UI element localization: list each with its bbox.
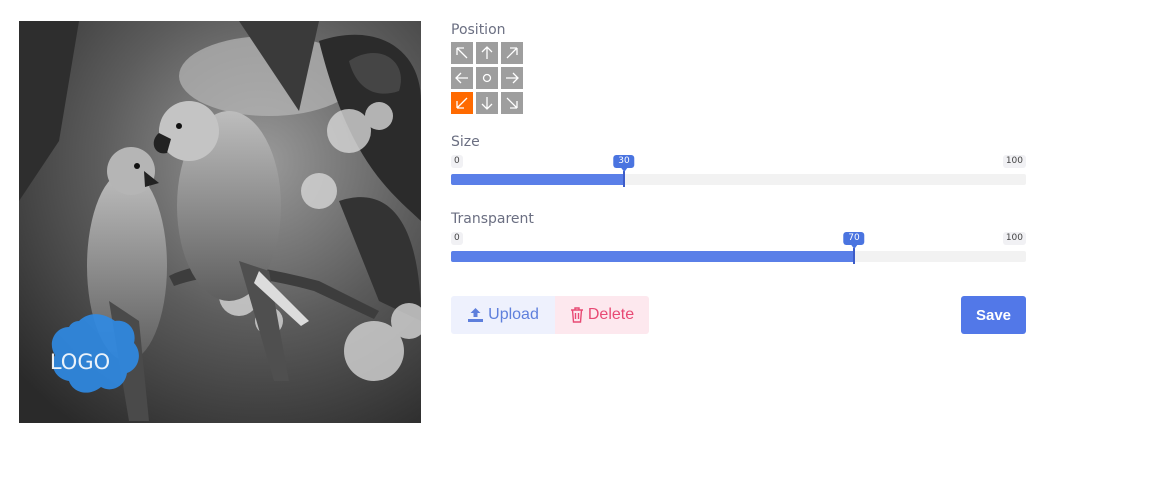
position-grid [451,42,525,114]
arrow-up-icon [481,46,493,59]
delete-button[interactable]: Delete [555,296,649,334]
parrots-photo: LOGO [19,21,421,423]
size-handle[interactable] [623,171,625,187]
size-fill [451,174,624,185]
size-value-bubble: 30 [613,155,635,172]
trash-icon [570,307,584,323]
position-top-right[interactable] [501,42,523,64]
upload-button-label: Upload [488,306,539,323]
position-bottom-center[interactable] [476,92,498,114]
watermark-preview-image: LOGO [19,21,421,423]
transparent-slider[interactable]: 0 100 70 [451,232,1026,268]
position-bottom-right[interactable] [501,92,523,114]
transparent-max-label: 100 [1002,232,1026,245]
arrow-left-icon [455,72,468,84]
upload-button[interactable]: Upload [451,296,555,334]
position-top-center[interactable] [476,42,498,64]
size-slider[interactable]: 0 100 30 [451,155,1026,191]
size-max-label: 100 [1002,155,1026,168]
arrow-down-right-icon [506,97,518,109]
transparent-label: Transparent [451,211,534,227]
transparent-min-label: 0 [451,232,463,245]
arrow-down-icon [481,97,493,110]
position-top-left[interactable] [451,42,473,64]
transparent-fill [451,251,854,262]
arrow-up-left-icon [456,47,468,59]
arrow-down-left-icon [456,97,468,109]
size-label: Size [451,134,480,150]
upload-icon [467,307,484,323]
save-button[interactable]: Save [961,296,1026,334]
arrow-up-right-icon [506,47,518,59]
transparent-handle[interactable] [853,248,855,264]
position-center[interactable] [476,67,498,89]
position-label: Position [451,22,506,38]
transparent-value-bubble: 70 [843,232,865,249]
size-track[interactable] [451,171,1026,187]
center-circle-icon [482,73,492,83]
position-bottom-left[interactable] [451,92,473,114]
watermark-text: LOGO [50,350,110,374]
position-middle-right[interactable] [501,67,523,89]
size-min-label: 0 [451,155,463,168]
transparent-track[interactable] [451,248,1026,264]
position-middle-left[interactable] [451,67,473,89]
delete-button-label: Delete [587,306,635,323]
arrow-right-icon [506,72,519,84]
